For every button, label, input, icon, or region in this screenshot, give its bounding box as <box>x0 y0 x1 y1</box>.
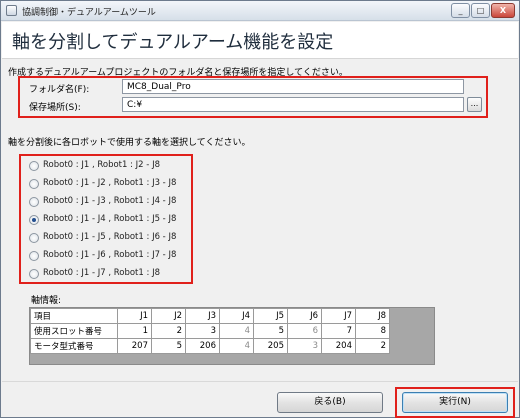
radio-unchecked-icon[interactable] <box>29 179 39 189</box>
table-cell: 2 <box>355 338 390 354</box>
folder-name-input[interactable]: MC8_Dual_Pro <box>122 79 464 94</box>
table-header-cell: J8 <box>355 308 390 324</box>
footer: 戻る(B) 実行(N) <box>2 381 518 418</box>
table-header-cell: J1 <box>117 308 152 324</box>
content-area: 作成するデュアルアームプロジェクトのフォルダ名と保存場所を指定してください。 フ… <box>2 59 518 381</box>
table-cell: 8 <box>355 323 390 339</box>
axis-info-table-container: 項目 J1 J2 J3 J4 J5 J6 J7 J8 使用スロット番号 1 2 3 4 5 6 7 8 モータ型… <box>29 307 435 365</box>
radio-unchecked-icon[interactable] <box>29 269 39 279</box>
axis-option-label: Robot0 : J1 - J7 , Robot1 : J8 <box>43 268 160 278</box>
table-row-label: モータ型式番号 <box>30 338 118 354</box>
axis-option-label: Robot0 : J1 - J2 , Robot1 : J3 - J8 <box>43 178 177 188</box>
table-cell: 207 <box>117 338 152 354</box>
title-bar: 協調制御・デュアルアームツール _ □ X <box>1 1 519 21</box>
table-cell: 205 <box>253 338 288 354</box>
table-cell: 4 <box>219 338 254 354</box>
axis-info-table: 項目 J1 J2 J3 J4 J5 J6 J7 J8 使用スロット番号 1 2 3 4 5 6 7 8 モータ型… <box>30 308 390 354</box>
table-row-label: 使用スロット番号 <box>30 323 118 339</box>
window-title: 協調制御・デュアルアームツール <box>22 8 156 18</box>
table-header-cell: J7 <box>321 308 356 324</box>
table-header-row: 項目 J1 J2 J3 J4 J5 J6 J7 J8 <box>30 308 390 324</box>
table-cell: 6 <box>287 323 322 339</box>
axis-info-caption: 軸情報: <box>31 296 62 306</box>
execute-button[interactable]: 実行(N) <box>402 392 508 413</box>
browse-button[interactable]: ... <box>467 97 482 112</box>
axis-option-label: Robot0 : J1 - J3 , Robot1 : J4 - J8 <box>43 196 177 206</box>
table-header-item: 項目 <box>30 308 118 324</box>
maximize-button[interactable]: □ <box>471 3 490 18</box>
axis-option-label: Robot0 : J1 - J5 , Robot1 : J6 - J8 <box>43 232 177 242</box>
axis-option-label: Robot0 : J1 , Robot1 : J2 - J8 <box>43 160 160 170</box>
radio-unchecked-icon[interactable] <box>29 197 39 207</box>
save-location-input[interactable]: C:¥ <box>122 97 464 112</box>
page-title: 軸を分割してデュアルアーム機能を設定 <box>12 32 334 53</box>
table-header-cell: J5 <box>253 308 288 324</box>
table-cell: 206 <box>185 338 220 354</box>
radio-checked-icon[interactable] <box>29 215 39 225</box>
radio-unchecked-icon[interactable] <box>29 251 39 261</box>
header-band: 軸を分割してデュアルアーム機能を設定 <box>2 22 518 59</box>
dialog-window: 協調制御・デュアルアームツール _ □ X 軸を分割してデュアルアーム機能を設定… <box>0 0 520 418</box>
table-cell: 3 <box>287 338 322 354</box>
app-icon <box>6 5 17 16</box>
radio-unchecked-icon[interactable] <box>29 233 39 243</box>
table-cell: 4 <box>219 323 254 339</box>
close-button[interactable]: X <box>491 3 515 18</box>
table-header-cell: J6 <box>287 308 322 324</box>
table-header-cell: J4 <box>219 308 254 324</box>
axis-option-label: Robot0 : J1 - J4 , Robot1 : J5 - J8 <box>43 214 177 224</box>
table-cell: 204 <box>321 338 356 354</box>
table-cell: 1 <box>117 323 152 339</box>
axis-instruction: 軸を分割後に各ロボットで使用する軸を選択してください。 <box>8 138 251 148</box>
table-cell: 5 <box>253 323 288 339</box>
axis-option-label: Robot0 : J1 - J6 , Robot1 : J7 - J8 <box>43 250 177 260</box>
table-row-motor: モータ型式番号 207 5 206 4 205 3 204 2 <box>30 338 390 354</box>
table-cell: 2 <box>151 323 186 339</box>
table-cell: 7 <box>321 323 356 339</box>
folder-name-label: フォルダ名(F): <box>29 85 90 95</box>
table-header-cell: J2 <box>151 308 186 324</box>
back-button[interactable]: 戻る(B) <box>277 392 383 413</box>
save-location-label: 保存場所(S): <box>29 103 81 113</box>
table-header-cell: J3 <box>185 308 220 324</box>
table-cell: 3 <box>185 323 220 339</box>
minimize-button[interactable]: _ <box>451 3 470 18</box>
table-cell: 5 <box>151 338 186 354</box>
radio-unchecked-icon[interactable] <box>29 161 39 171</box>
table-row-slot: 使用スロット番号 1 2 3 4 5 6 7 8 <box>30 323 390 339</box>
